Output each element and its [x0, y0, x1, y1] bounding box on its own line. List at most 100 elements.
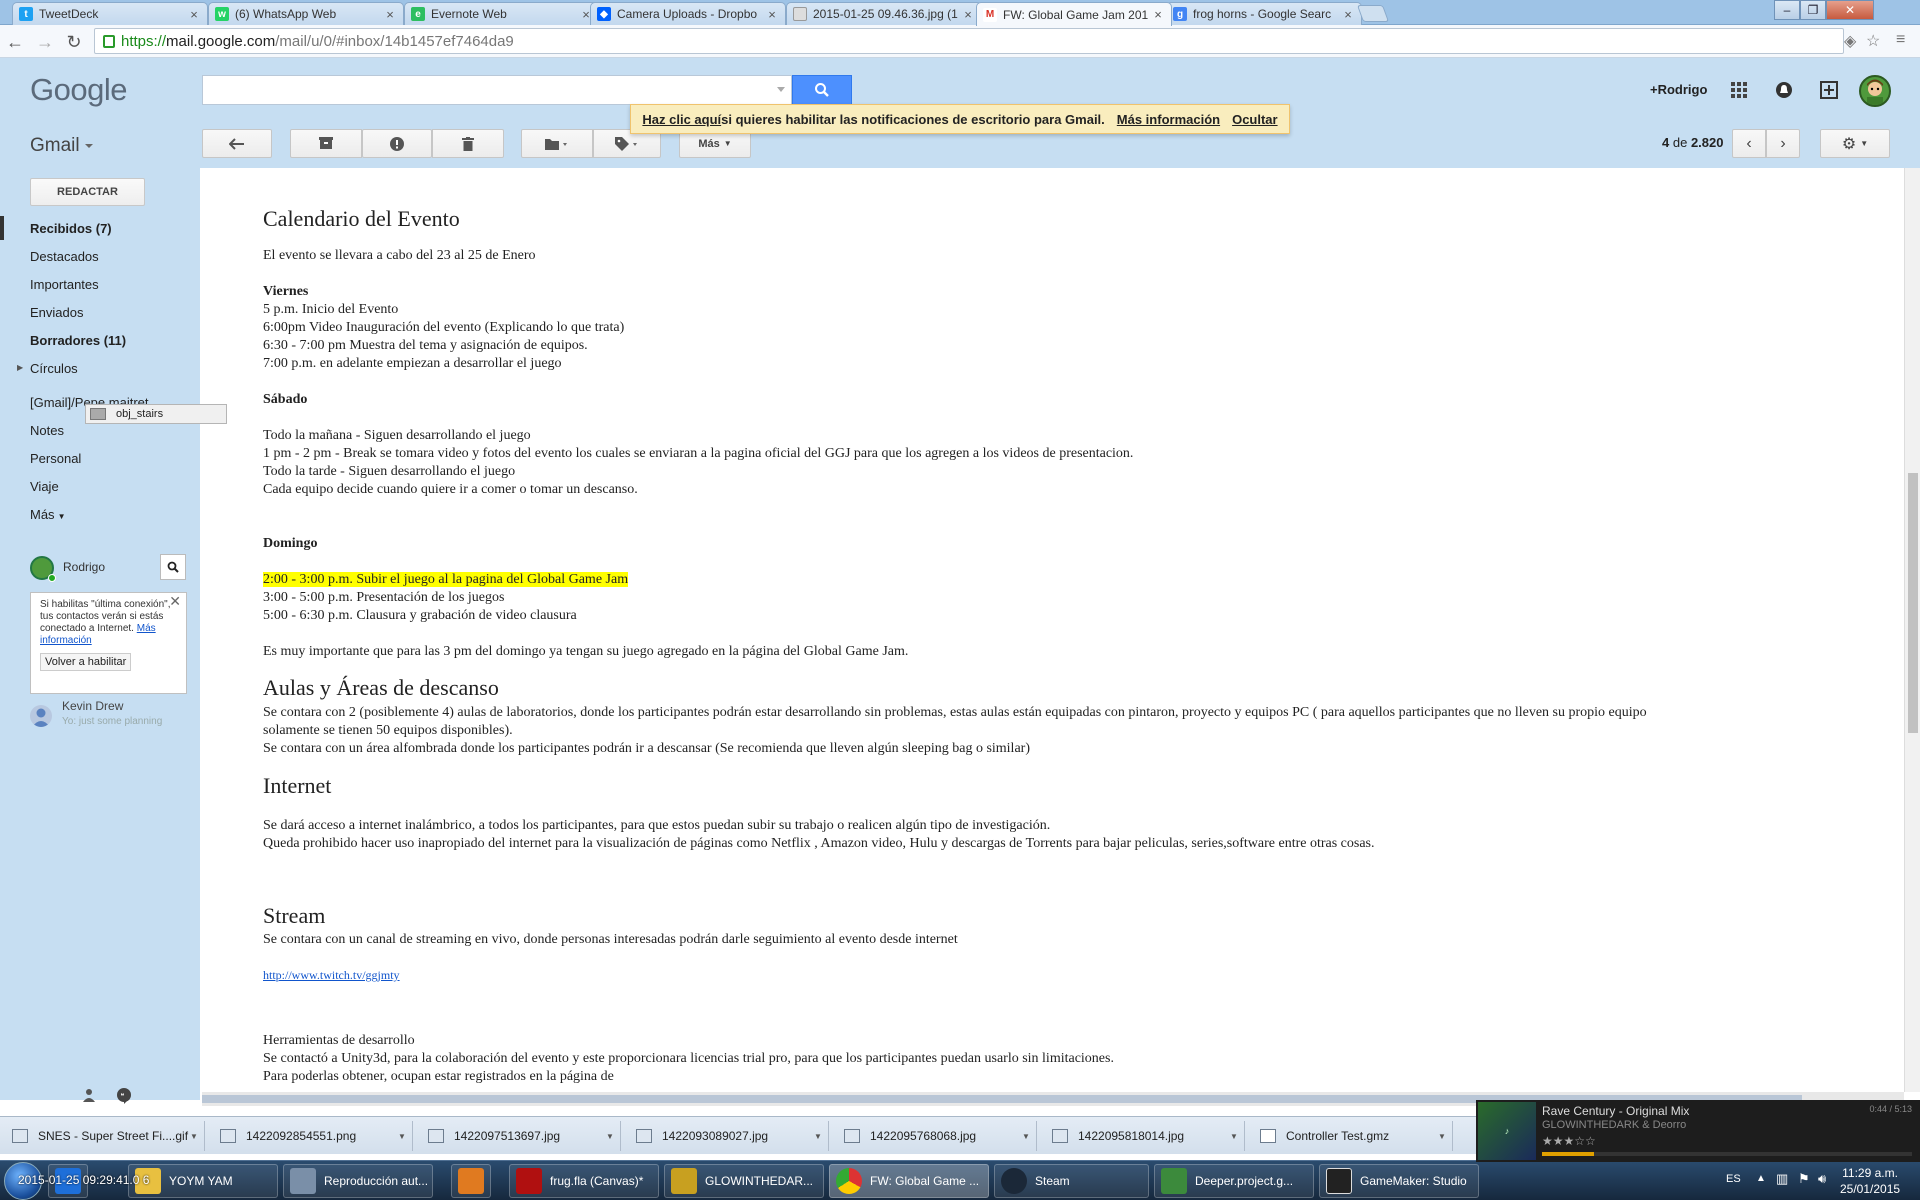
close-icon[interactable]: × — [1151, 7, 1165, 22]
bookmark-star-icon[interactable]: ☆ — [1866, 31, 1880, 51]
taskbar-item[interactable]: frug.fla (Canvas)* — [509, 1164, 659, 1198]
twitch-link[interactable]: http://www.twitch.tv/ggjmty — [263, 968, 400, 982]
sidebar-item-sent[interactable]: Enviados — [30, 305, 83, 320]
settings-button[interactable]: ⚙ ▼ — [1820, 129, 1890, 158]
now-playing-widget[interactable]: ♪ Rave Century - Original Mix GLOWINTHED… — [1476, 1100, 1920, 1162]
report-spam-button[interactable] — [362, 129, 432, 158]
contacts-person-icon[interactable] — [82, 1088, 96, 1105]
sidebar-item-label-notes[interactable]: Notes — [30, 423, 64, 438]
extension-icon[interactable]: ◈ — [1844, 31, 1856, 51]
chat-user-panel[interactable]: Rodrigo — [30, 554, 186, 582]
download-item[interactable]: 1422093089027.jpg ▼ — [624, 1121, 829, 1151]
close-icon[interactable]: ✕ — [169, 594, 181, 608]
taskbar-item[interactable]: FW: Global Game ... — [829, 1164, 989, 1198]
tab-evernote[interactable]: e Evernote Web × — [404, 2, 600, 25]
tray-expand-icon[interactable]: ▲ — [1756, 1173, 1766, 1184]
chat-search-button[interactable] — [160, 554, 186, 580]
gmail-app-switcher[interactable]: Gmail — [30, 135, 93, 157]
close-icon[interactable]: × — [961, 7, 975, 22]
back-arrow-icon[interactable]: ← — [4, 31, 26, 53]
tab-google[interactable]: g frog horns - Google Searc × — [1166, 2, 1362, 25]
download-item[interactable]: 1422095768068.jpg ▼ — [832, 1121, 1037, 1151]
taskbar-item[interactable]: YOYM YAM — [128, 1164, 278, 1198]
compose-button[interactable]: REDACTAR — [30, 178, 145, 206]
chevron-down-icon[interactable] — [777, 87, 785, 92]
menu-icon[interactable]: ≡ — [1896, 31, 1905, 49]
taskbar-item[interactable]: Deeper.project.g... — [1154, 1164, 1314, 1198]
apps-grid-icon[interactable] — [1727, 78, 1751, 102]
network-icon[interactable]: ▥ — [1776, 1171, 1788, 1187]
new-tab-button[interactable] — [1356, 5, 1390, 22]
window-close-button[interactable]: ✕ — [1826, 0, 1874, 20]
volume-icon[interactable]: 🔊︎ — [1818, 1171, 1826, 1187]
back-to-inbox-button[interactable] — [202, 129, 272, 158]
sidebar-item-circles[interactable]: Círculos — [30, 361, 78, 376]
tab-whatsapp[interactable]: w (6) WhatsApp Web × — [208, 2, 404, 25]
sidebar-item-label-viaje[interactable]: Viaje — [30, 479, 59, 494]
chevron-down-icon[interactable]: ▼ — [814, 1132, 828, 1141]
re-enable-button[interactable]: Volver a habilitar — [40, 653, 132, 671]
move-to-button[interactable] — [521, 129, 593, 158]
google-plus-user-link[interactable]: +Rodrigo — [1650, 82, 1707, 97]
download-item[interactable]: 1422092854551.png ▼ — [208, 1121, 413, 1151]
window-maximize-button[interactable]: ❐ — [1800, 0, 1826, 20]
user-avatar[interactable] — [1859, 75, 1891, 107]
taskbar-item[interactable]: GLOWINTHEDAR... — [664, 1164, 824, 1198]
vertical-scrollbar[interactable] — [1904, 168, 1920, 1092]
sidebar-item-drafts[interactable]: Borradores (11) — [30, 333, 126, 348]
hide-link[interactable]: Ocultar — [1232, 112, 1278, 127]
gmail-label: Gmail — [30, 135, 80, 156]
close-icon[interactable]: × — [383, 7, 397, 22]
close-icon[interactable]: × — [187, 7, 201, 22]
sidebar-item-more[interactable]: Más ▼ — [30, 507, 65, 522]
share-add-icon[interactable] — [1817, 78, 1841, 102]
chevron-down-icon[interactable]: ▼ — [1022, 1132, 1036, 1141]
address-bar[interactable]: https://mail.google.com/mail/u/0/#inbox/… — [94, 28, 1844, 54]
clock[interactable]: 11:29 a.m. 25/01/2015 — [1840, 1165, 1900, 1197]
search-input[interactable] — [202, 75, 792, 105]
sidebar-item-important[interactable]: Importantes — [30, 277, 99, 292]
delete-button[interactable] — [432, 129, 504, 158]
taskbar-item[interactable]: Reproducción aut... — [283, 1164, 433, 1198]
language-indicator[interactable]: ES — [1726, 1173, 1741, 1185]
sidebar-item-inbox[interactable]: Recibidos (7) — [30, 221, 112, 236]
chevron-down-icon[interactable]: ▼ — [606, 1132, 620, 1141]
close-icon[interactable]: × — [1341, 7, 1355, 22]
taskbar-item[interactable]: GameMaker: Studio — [1319, 1164, 1479, 1198]
taskbar-item[interactable]: Steam — [994, 1164, 1149, 1198]
archive-button[interactable] — [290, 129, 362, 158]
chevron-down-icon[interactable]: ▼ — [398, 1132, 412, 1141]
window-minimize-button[interactable]: – — [1774, 0, 1800, 20]
chevron-down-icon[interactable]: ▼ — [1438, 1132, 1452, 1141]
taskbar-item[interactable] — [451, 1164, 491, 1198]
tab-gmail[interactable]: M FW: Global Game Jam 201 × — [976, 2, 1172, 26]
sidebar-item-label-personal[interactable]: Personal — [30, 451, 81, 466]
chevron-down-icon[interactable]: ▼ — [1230, 1132, 1244, 1141]
more-info-link[interactable]: Más información — [1117, 112, 1220, 127]
tab-dropbox[interactable]: ◆ Camera Uploads - Dropbo × — [590, 2, 786, 25]
chat-user-name[interactable]: Rodrigo — [63, 560, 105, 574]
older-message-button[interactable]: › — [1766, 129, 1800, 158]
close-icon[interactable]: × — [765, 7, 779, 22]
notifications-bell-icon[interactable] — [1772, 78, 1796, 102]
expand-triangle-icon[interactable]: ▶ — [17, 363, 23, 372]
download-item[interactable]: Controller Test.gmz ▼ — [1248, 1121, 1453, 1151]
google-logo[interactable]: Google — [30, 72, 127, 108]
song-progress-bar[interactable] — [1542, 1152, 1912, 1156]
download-item[interactable]: 1422095818014.jpg ▼ — [1040, 1121, 1245, 1151]
download-item[interactable]: 1422097513697.jpg ▼ — [416, 1121, 621, 1151]
enable-notifications-link[interactable]: Haz clic aquí — [642, 112, 721, 127]
scrollbar-thumb[interactable] — [1908, 473, 1918, 733]
hangouts-icon[interactable]: ❝ — [116, 1088, 132, 1107]
search-button[interactable] — [792, 75, 852, 105]
chevron-down-icon[interactable]: ▼ — [190, 1132, 204, 1141]
tab-image[interactable]: 2015-01-25 09.46.36.jpg (1 × — [786, 2, 982, 25]
newer-message-button[interactable]: ‹ — [1732, 129, 1766, 158]
reload-icon[interactable]: ↻ — [63, 31, 85, 53]
tab-tweetdeck[interactable]: t TweetDeck × — [12, 2, 208, 25]
forward-arrow-icon[interactable]: → — [34, 31, 56, 53]
sidebar-item-starred[interactable]: Destacados — [30, 249, 99, 264]
rating-stars[interactable]: ★★★☆☆ — [1542, 1134, 1596, 1148]
flag-icon[interactable]: ⚑ — [1798, 1171, 1810, 1187]
download-item[interactable]: SNES - Super Street Fi....gif ▼ — [0, 1121, 205, 1151]
